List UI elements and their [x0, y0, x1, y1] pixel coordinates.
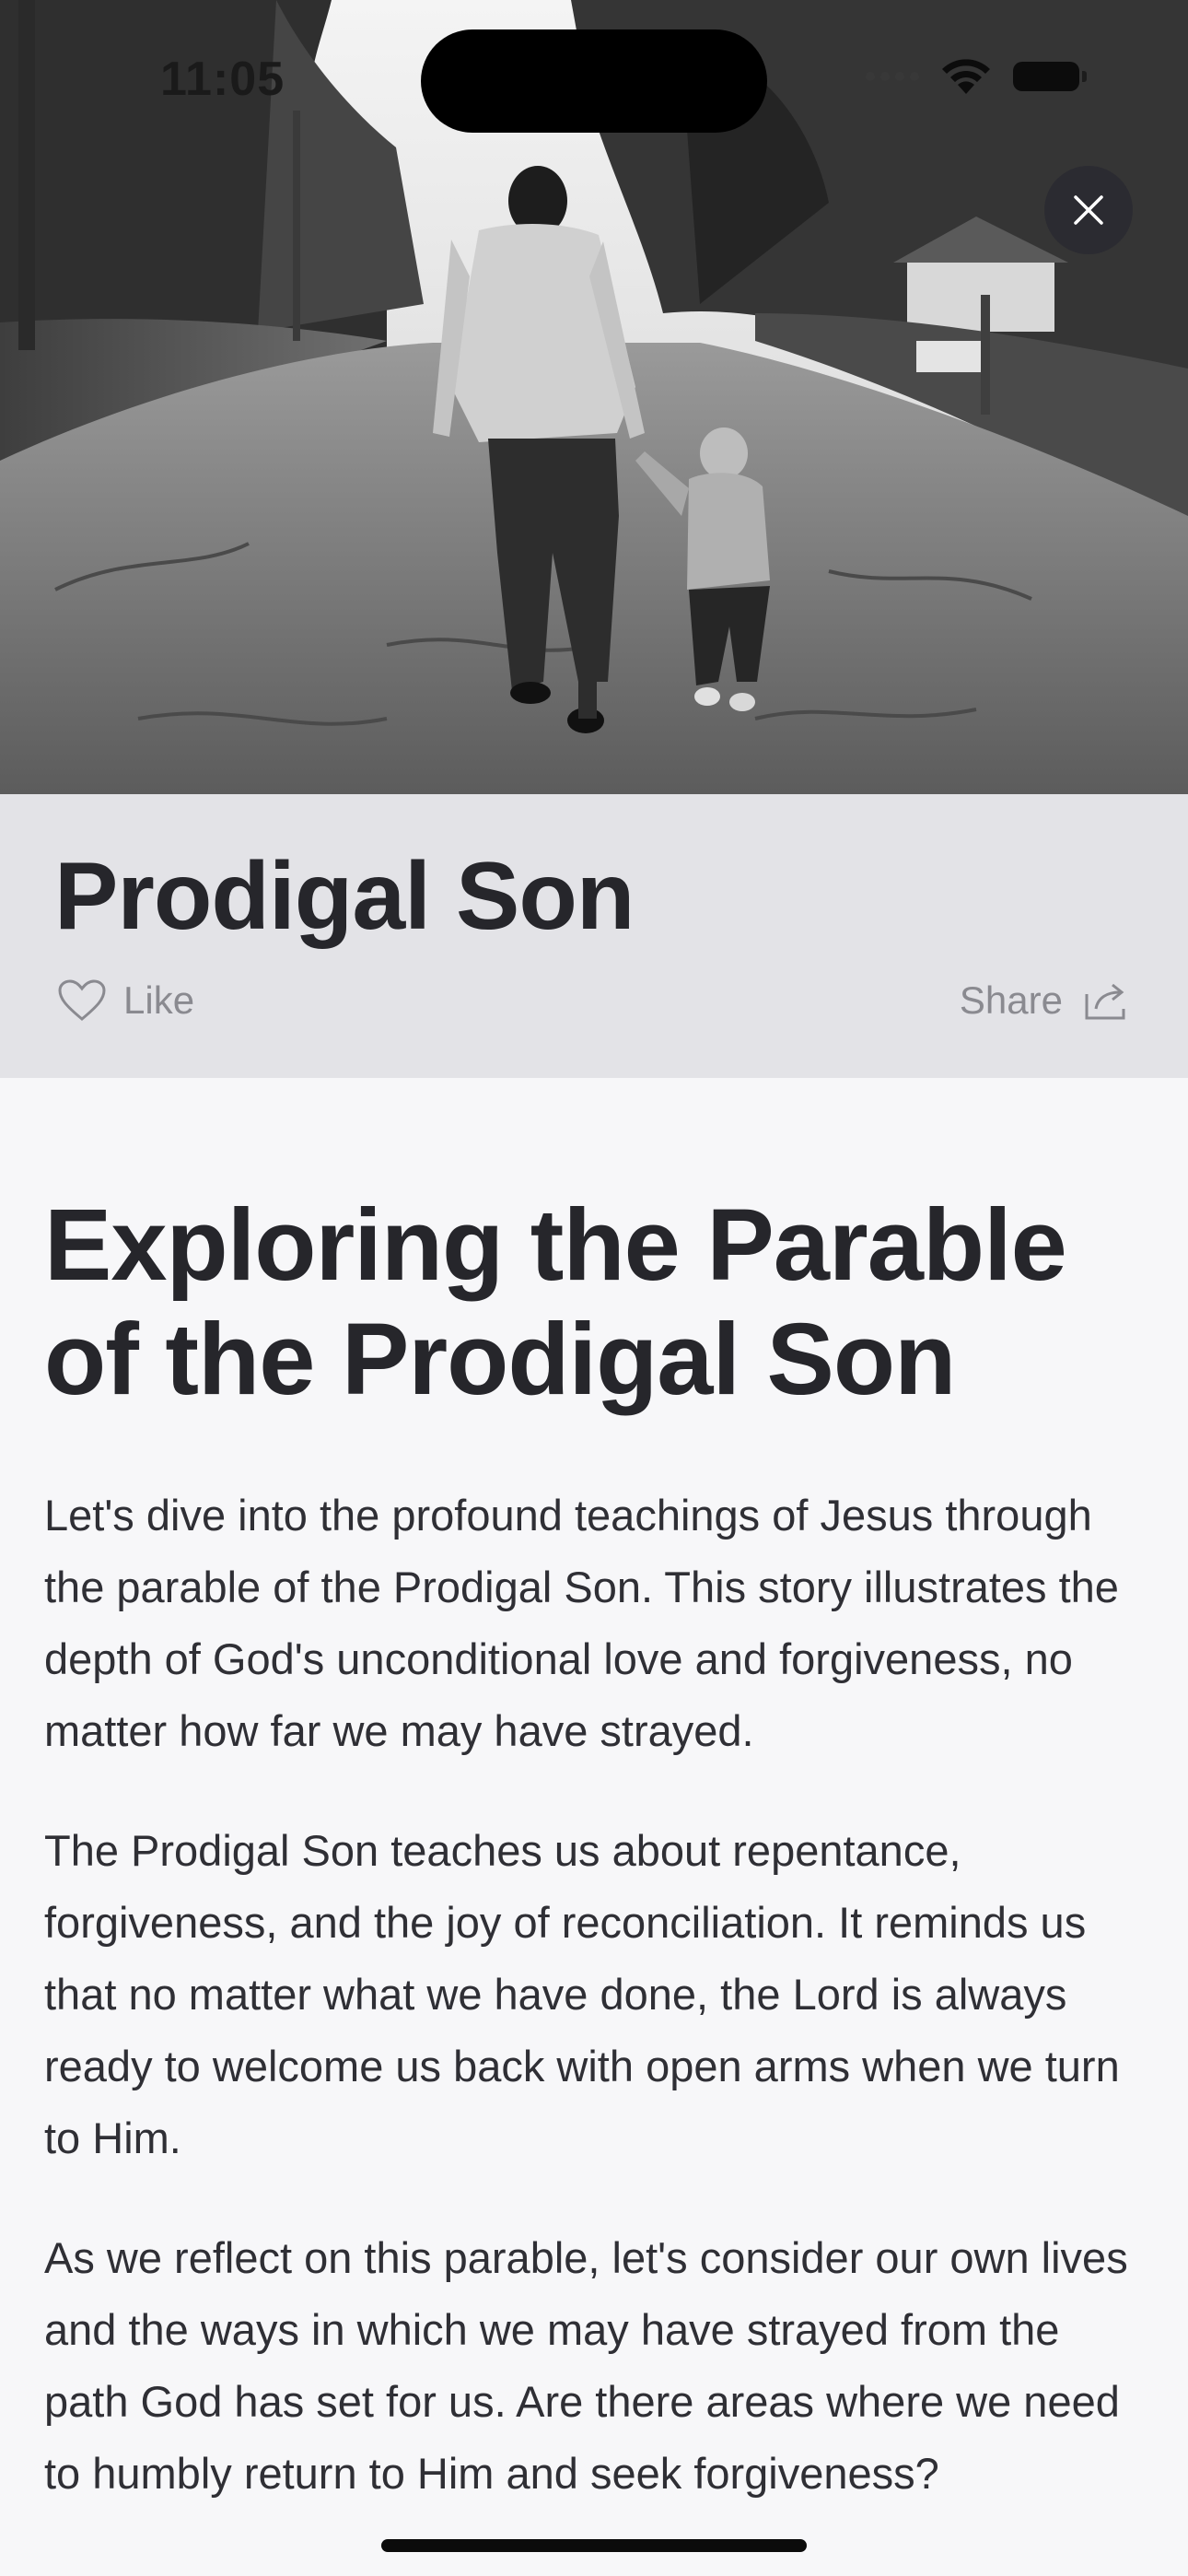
home-indicator[interactable] [381, 2539, 807, 2552]
share-button[interactable]: Share [960, 978, 1131, 1023]
article-heading: Exploring the Parable of the Prodigal So… [44, 1188, 1067, 1416]
article-paragraph: Let's dive into the profound teachings o… [44, 1491, 1119, 1755]
post-header: Prodigal Son Like Share [0, 794, 1188, 1078]
like-button[interactable]: Like [57, 978, 194, 1023]
like-label: Like [123, 978, 195, 1022]
battery-icon [1013, 62, 1087, 91]
close-icon [1074, 195, 1103, 225]
article-body: Exploring the Parable of the Prodigal So… [44, 1188, 1149, 2558]
cellular-signal-icon [866, 72, 919, 81]
share-icon [1085, 983, 1125, 1020]
article-paragraph: The Prodigal Son teaches us about repent… [44, 1826, 1120, 2162]
status-icons [866, 57, 1087, 96]
article-paragraph: As we reflect on this parable, let's con… [44, 2233, 1128, 2498]
status-time: 11:05 [160, 53, 285, 106]
close-button[interactable] [1044, 166, 1133, 254]
wifi-icon [942, 59, 990, 94]
heart-icon [58, 979, 106, 1021]
status-bar: 11:05 [0, 0, 1188, 157]
dynamic-island [421, 29, 767, 133]
post-title: Prodigal Son [54, 843, 635, 950]
share-label: Share [959, 978, 1063, 1022]
